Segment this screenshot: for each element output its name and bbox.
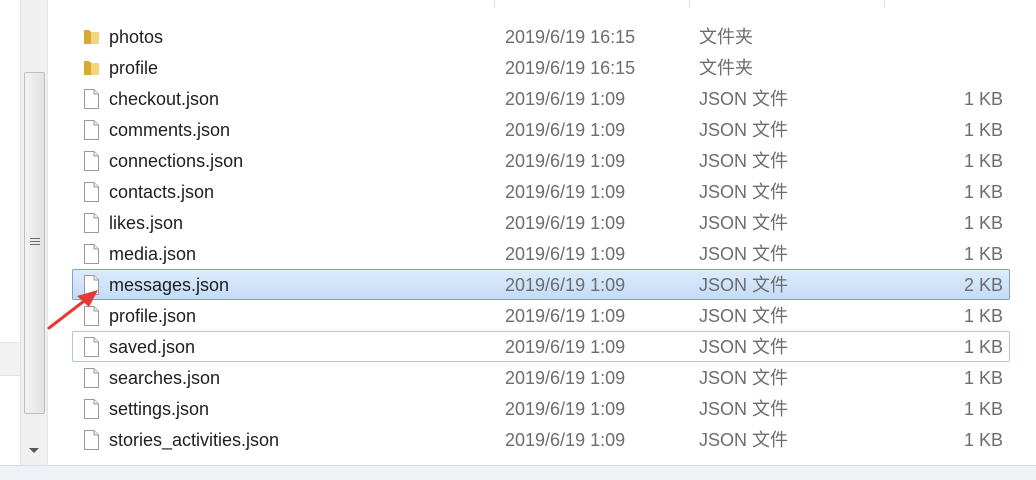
column-divider[interactable] [884,0,885,8]
file-row[interactable]: photos 2019/6/19 16:15 文件夹 [72,21,1010,52]
file-type: JSON 文件 [699,368,789,388]
file-type: JSON 文件 [699,399,789,419]
file-type: JSON 文件 [699,182,789,202]
file-type: 文件夹 [699,27,753,47]
file-icon [83,337,99,357]
file-icon [83,430,99,450]
file-date-modified: 2019/6/19 1:09 [505,275,626,295]
file-name: media.json [109,244,197,264]
file-name: comments.json [109,120,231,140]
file-date-modified: 2019/6/19 16:15 [505,27,636,47]
file-icon [83,89,99,109]
file-type: JSON 文件 [699,151,789,171]
file-name: checkout.json [109,89,220,109]
folder-icon [83,27,99,47]
file-name: connections.json [109,151,244,171]
file-date-modified: 2019/6/19 1:09 [505,399,626,419]
file-icon [83,120,99,140]
annotation-arrow-icon [47,290,98,330]
file-row[interactable]: settings.json 2019/6/19 1:09 JSON 文件 1 KB [72,393,1010,424]
file-size: 1 KB [963,213,1003,233]
file-date-modified: 2019/6/19 16:15 [505,58,636,78]
scroll-down-arrow-icon[interactable] [29,448,39,453]
file-name: settings.json [109,399,210,419]
file-type: JSON 文件 [699,337,789,357]
file-row[interactable]: likes.json 2019/6/19 1:09 JSON 文件 1 KB [72,207,1010,238]
file-icon [83,213,99,233]
file-date-modified: 2019/6/19 1:09 [505,430,626,450]
file-name: contacts.json [109,182,215,202]
file-type: JSON 文件 [699,275,789,295]
file-date-modified: 2019/6/19 1:09 [505,89,626,109]
file-row[interactable]: messages.json 2019/6/19 1:09 JSON 文件 2 KB [72,269,1010,300]
file-name: profile [109,58,159,78]
file-type: JSON 文件 [699,306,789,326]
file-type: JSON 文件 [699,213,789,233]
file-date-modified: 2019/6/19 1:09 [505,337,626,357]
file-size: 1 KB [963,120,1003,140]
file-icon [83,368,99,388]
file-date-modified: 2019/6/19 1:09 [505,213,626,233]
file-size: 1 KB [963,337,1003,357]
file-size: 1 KB [963,182,1003,202]
file-type: JSON 文件 [699,120,789,140]
folder-icon [83,58,99,78]
file-date-modified: 2019/6/19 1:09 [505,368,626,388]
file-size: 1 KB [963,244,1003,264]
file-date-modified: 2019/6/19 1:09 [505,306,626,326]
file-icon [83,151,99,171]
navigation-pane-item[interactable] [0,342,20,376]
file-name: photos [109,27,164,47]
file-date-modified: 2019/6/19 1:09 [505,182,626,202]
grip-icon [30,238,40,248]
file-row[interactable]: stories_activities.json 2019/6/19 1:09 JSO… [72,424,1010,455]
file-row[interactable]: contacts.json 2019/6/19 1:09 JSON 文件 1 KB [72,176,1010,207]
file-date-modified: 2019/6/19 1:09 [505,120,626,140]
file-row[interactable]: searches.json 2019/6/19 1:09 JSON 文件 1 KB [72,362,1010,393]
file-type: JSON 文件 [699,89,789,109]
file-name: messages.json [109,275,230,295]
scrollbar-thumb[interactable] [24,72,45,414]
file-name: searches.json [109,368,221,388]
file-date-modified: 2019/6/19 1:09 [505,244,626,264]
file-size: 1 KB [963,430,1003,450]
file-size: 1 KB [963,306,1003,326]
file-type: JSON 文件 [699,244,789,264]
file-row[interactable]: saved.json 2019/6/19 1:09 JSON 文件 1 KB [72,331,1010,362]
file-row[interactable]: media.json 2019/6/19 1:09 JSON 文件 1 KB [72,238,1010,269]
file-name: likes.json [109,213,184,233]
file-icon [83,399,99,419]
file-icon [83,182,99,202]
file-type: JSON 文件 [699,430,789,450]
navigation-pane [0,0,20,479]
file-name: saved.json [109,337,196,357]
file-icon [83,244,99,264]
file-row[interactable]: profile 2019/6/19 16:15 文件夹 [72,52,1010,83]
file-row[interactable]: connections.json 2019/6/19 1:09 JSON 文件 1 K… [72,145,1010,176]
vertical-scrollbar[interactable] [20,0,48,465]
file-row[interactable]: comments.json 2019/6/19 1:09 JSON 文件 1 KB [72,114,1010,145]
file-row[interactable]: checkout.json 2019/6/19 1:09 JSON 文件 1 KB [72,83,1010,114]
status-bar [0,465,1036,480]
file-type: 文件夹 [699,58,753,78]
file-size: 1 KB [963,368,1003,388]
column-divider[interactable] [494,0,495,8]
file-size: 1 KB [963,151,1003,171]
column-divider[interactable] [689,0,690,8]
file-name: stories_activities.json [109,430,280,450]
file-size: 1 KB [963,89,1003,109]
file-size: 2 KB [963,275,1003,295]
file-size: 1 KB [963,399,1003,419]
file-date-modified: 2019/6/19 1:09 [505,151,626,171]
file-row[interactable]: profile.json 2019/6/19 1:09 JSON 文件 1 KB [72,300,1010,331]
file-name: profile.json [109,306,197,326]
